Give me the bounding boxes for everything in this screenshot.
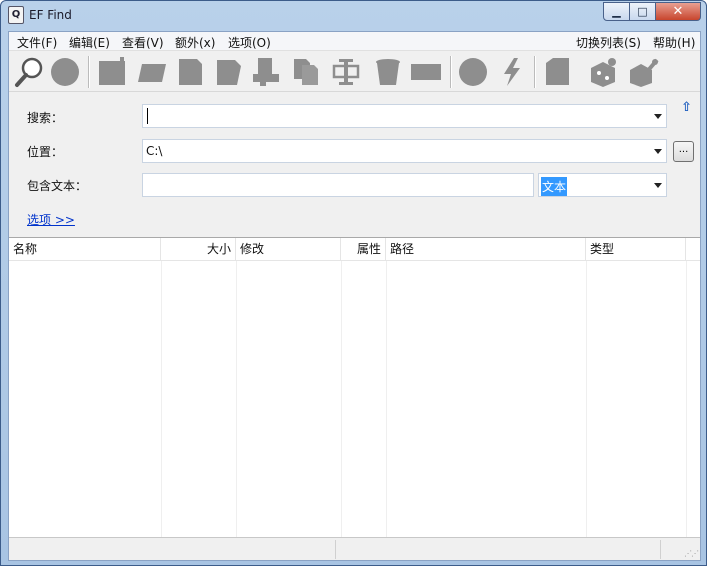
- options-link[interactable]: 选项 >>: [27, 211, 75, 228]
- text-mode-select[interactable]: 文本: [538, 173, 667, 197]
- circle-icon: [459, 58, 487, 86]
- toolbar-separator: [534, 56, 536, 88]
- maximize-button[interactable]: □: [630, 2, 656, 21]
- column-header-type[interactable]: 类型: [586, 238, 686, 261]
- location-input[interactable]: C:\: [142, 139, 667, 163]
- column-header-label: 类型: [590, 242, 615, 256]
- column-divider: [686, 261, 687, 538]
- column-header-name[interactable]: 名称: [9, 238, 161, 261]
- column-header-label: 大小: [206, 242, 231, 256]
- column-header-path[interactable]: 路径: [386, 238, 586, 261]
- close-button[interactable]: ✕: [656, 2, 701, 21]
- column-divider: [341, 261, 342, 538]
- search-input[interactable]: [142, 104, 667, 128]
- document-button[interactable]: [173, 55, 207, 89]
- toolbar-separator: [88, 56, 90, 88]
- stop-icon: [51, 58, 79, 86]
- search-icon: [15, 57, 43, 87]
- menu-file[interactable]: 文件(F): [15, 34, 59, 51]
- menu-toggle-list[interactable]: 切换列表(S): [574, 34, 643, 51]
- list-header: 名称 大小 修改 属性 路径 类型: [9, 238, 700, 261]
- lightning-icon: [504, 58, 520, 86]
- contains-text-input[interactable]: [142, 173, 534, 197]
- column-header-modified[interactable]: 修改: [236, 238, 341, 261]
- delete-button[interactable]: [371, 55, 405, 89]
- file-icon: [546, 58, 569, 85]
- column-header-attributes[interactable]: 属性: [341, 238, 386, 261]
- file-button[interactable]: [542, 55, 576, 89]
- column-header-label: 属性: [356, 242, 381, 256]
- chevron-down-icon[interactable]: [654, 114, 662, 119]
- location-value: C:\: [146, 144, 163, 158]
- new-icon: [99, 57, 125, 85]
- delete-icon: [376, 59, 400, 85]
- title-bar[interactable]: Q EF Find ▁ □ ✕: [1, 1, 706, 31]
- open-icon: [138, 64, 166, 82]
- menu-bar: 文件(F) 编辑(E) 查看(V) 额外(x) 选项(O) 切换列表(S) 帮助…: [9, 32, 700, 51]
- results-list[interactable]: 名称 大小 修改 属性 路径 类型: [9, 237, 700, 538]
- tools-icon: [630, 58, 659, 87]
- status-bar: ⋰⋰: [9, 537, 700, 560]
- text-caret: [147, 108, 148, 124]
- column-divider: [236, 261, 237, 538]
- column-header-label: 名称: [13, 242, 38, 256]
- column-header-label: 路径: [390, 242, 415, 256]
- rename-button[interactable]: [409, 55, 443, 89]
- minimize-button[interactable]: ▁: [603, 2, 630, 21]
- menu-help[interactable]: 帮助(H): [651, 34, 697, 51]
- location-label: 位置：: [27, 145, 64, 159]
- settings-button[interactable]: [586, 55, 620, 89]
- chevron-down-icon[interactable]: [654, 183, 662, 188]
- window-controls: ▁ □ ✕: [603, 2, 701, 22]
- menu-options[interactable]: 选项(O): [226, 34, 273, 51]
- window-title: EF Find: [29, 8, 72, 22]
- rename-icon: [411, 64, 441, 80]
- edit-button[interactable]: [212, 55, 246, 89]
- chevron-down-icon[interactable]: [654, 149, 662, 154]
- column-header-size[interactable]: 大小: [161, 238, 236, 261]
- new-button[interactable]: [95, 55, 129, 89]
- arrow-up-icon[interactable]: ⇧: [681, 100, 692, 115]
- open-button[interactable]: [135, 55, 169, 89]
- search-button[interactable]: [12, 55, 46, 89]
- menu-view[interactable]: 查看(V): [120, 34, 166, 51]
- app-window: Q EF Find ▁ □ ✕ 文件(F) 编辑(E) 查看(V) 额外(x) …: [0, 0, 707, 566]
- menu-extra[interactable]: 额外(x): [173, 34, 217, 51]
- contains-text-label: 包含文本：: [27, 179, 88, 193]
- column-divider: [161, 261, 162, 538]
- stop-button[interactable]: [48, 55, 82, 89]
- toolbar-separator: [450, 56, 452, 88]
- column-header-label: 修改: [240, 242, 265, 256]
- minimize-icon: ▁: [612, 5, 621, 18]
- settings-icon: [591, 58, 616, 87]
- cut-button[interactable]: [249, 55, 283, 89]
- edit-icon: [217, 60, 241, 85]
- cut-icon: [253, 58, 279, 86]
- status-panel: [335, 540, 660, 559]
- resize-grip-icon[interactable]: ⋰⋰: [684, 549, 699, 558]
- client-area: 文件(F) 编辑(E) 查看(V) 额外(x) 选项(O) 切换列表(S) 帮助…: [8, 31, 701, 561]
- browse-button[interactable]: ...: [673, 141, 694, 162]
- copy-icon: [294, 59, 318, 85]
- text-mode-value: 文本: [541, 177, 568, 196]
- maximize-icon: □: [637, 5, 648, 18]
- column-divider: [586, 261, 587, 538]
- column-divider: [386, 261, 387, 538]
- tools-button[interactable]: [626, 55, 660, 89]
- paste-button[interactable]: [329, 55, 363, 89]
- circle-button[interactable]: [456, 55, 490, 89]
- paste-icon: [332, 59, 360, 85]
- lightning-button[interactable]: [495, 55, 529, 89]
- document-icon: [179, 59, 202, 85]
- toolbar: [9, 52, 700, 92]
- app-icon: Q: [8, 6, 24, 24]
- copy-button[interactable]: [289, 55, 323, 89]
- search-label: 搜索：: [27, 111, 64, 125]
- close-icon: ✕: [672, 4, 684, 19]
- menu-edit[interactable]: 编辑(E): [67, 34, 112, 51]
